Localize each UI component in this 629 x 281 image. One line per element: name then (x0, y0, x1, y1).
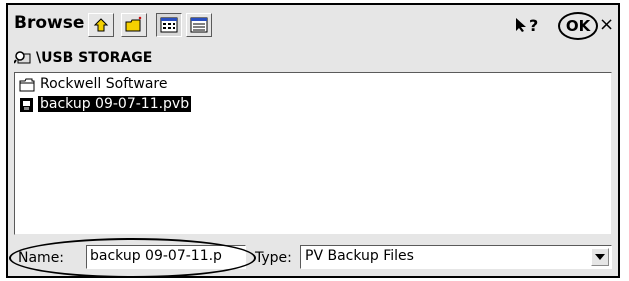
help-label: ? (529, 16, 539, 35)
file-list[interactable]: Rockwell Software backup 09-07-11.pvb (14, 72, 612, 235)
close-button[interactable]: × (599, 14, 614, 35)
folder-icon (19, 78, 35, 92)
storage-search-icon (14, 51, 31, 64)
help-button[interactable]: ? (515, 15, 538, 35)
up-folder-button[interactable] (88, 13, 114, 37)
new-folder-button[interactable] (121, 13, 147, 37)
browse-dialog: Browse ? OK × \USB STORAGE Rockwell Soft… (6, 3, 620, 278)
ok-button[interactable]: OK (558, 12, 598, 40)
name-label: Name: (18, 250, 65, 266)
details-view-icon (190, 17, 208, 33)
dialog-title: Browse (14, 13, 85, 33)
details-view-button[interactable] (186, 13, 212, 37)
dropdown-button[interactable] (591, 248, 609, 266)
new-folder-icon (125, 16, 142, 32)
file-icon (20, 98, 33, 112)
list-item-label: Rockwell Software (40, 76, 168, 92)
help-pointer-icon (516, 18, 526, 32)
type-select-value: PV Backup Files (305, 248, 414, 264)
list-view-icon (160, 17, 178, 33)
list-item-label: backup 09-07-11.pvb (38, 96, 192, 112)
type-select[interactable]: PV Backup Files (300, 245, 612, 269)
path-label: \USB STORAGE (36, 50, 153, 66)
up-folder-icon (93, 18, 109, 32)
type-label: Type: (255, 250, 292, 266)
list-view-button[interactable] (156, 13, 182, 37)
chevron-down-icon (595, 254, 605, 260)
title-bar: Browse ? OK × (8, 5, 618, 45)
name-field[interactable]: backup 09-07-11.p (86, 245, 246, 269)
